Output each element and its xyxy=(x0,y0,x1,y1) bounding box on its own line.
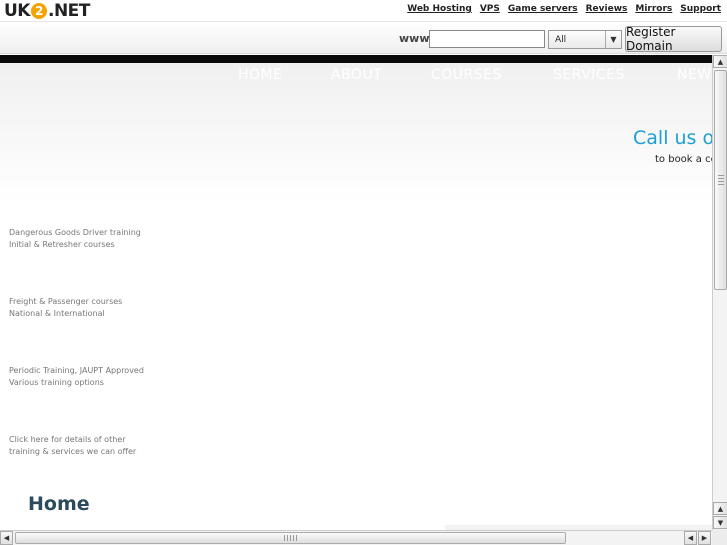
feature-line: Click here for details of other xyxy=(9,435,126,444)
feature-dangerous-goods[interactable]: Dangerous Goods Driver training Initial … xyxy=(9,227,141,251)
main-nav: HOME ABOUT COURSES SERVICES NEWS xyxy=(0,67,712,87)
dark-divider-strip xyxy=(0,55,712,63)
domain-search-bar: www. All ▼ Register Domain xyxy=(0,22,727,54)
domain-input[interactable] xyxy=(429,30,545,48)
scroll-down-icon[interactable]: ▼ xyxy=(713,516,727,529)
call-us-headline: Call us on xyxy=(633,127,712,149)
scroll-left-icon[interactable]: ◀ xyxy=(0,531,13,545)
page-title: Home xyxy=(28,493,90,515)
feature-freight-passenger[interactable]: Freight & Passenger courses National & I… xyxy=(9,296,122,320)
feature-line: Dangerous Goods Driver training xyxy=(9,228,141,237)
scroll-up-icon[interactable]: ▲ xyxy=(713,55,727,68)
scrollbar-corner xyxy=(712,530,727,545)
feature-line: National & International xyxy=(9,309,105,318)
feature-line: Freight & Passenger courses xyxy=(9,297,123,306)
link-vps[interactable]: VPS xyxy=(480,4,500,14)
feature-other-services[interactable]: Click here for details of other training… xyxy=(9,434,136,458)
nav-item-about[interactable]: ABOUT xyxy=(331,67,382,83)
nav-item-courses[interactable]: COURSES xyxy=(431,67,502,83)
horizontal-scrollbar[interactable]: ◀ ◀ ▶ xyxy=(0,530,712,545)
logo-badge: 2 xyxy=(30,3,47,19)
scroll-up-icon[interactable]: ▲ xyxy=(713,502,727,515)
horizontal-scroll-thumb[interactable] xyxy=(15,532,566,544)
scroll-right-icon[interactable]: ▶ xyxy=(698,531,711,545)
feature-line: training & services we can offer xyxy=(9,447,137,456)
call-us-subline: to book a course xyxy=(655,154,712,165)
link-game-servers[interactable]: Game servers xyxy=(508,4,578,14)
tld-selected-value: All xyxy=(555,35,567,45)
vertical-scroll-thumb[interactable] xyxy=(714,70,727,290)
link-web-hosting[interactable]: Web Hosting xyxy=(407,4,472,14)
logo-text-uk: UK xyxy=(4,1,30,21)
link-reviews[interactable]: Reviews xyxy=(586,4,628,14)
browser-viewport: UK 2 .NET Web Hosting VPS Game servers Rev… xyxy=(0,0,727,545)
uk2-logo[interactable]: UK 2 .NET xyxy=(4,1,90,21)
link-support[interactable]: Support xyxy=(680,4,721,14)
grip-icon xyxy=(718,175,724,187)
feature-line: Initial & Retresher courses xyxy=(9,240,115,249)
register-domain-button[interactable]: Register Domain xyxy=(625,25,722,53)
top-links: Web Hosting VPS Game servers Reviews Mir… xyxy=(407,4,721,14)
logo-text-net: .NET xyxy=(47,1,90,21)
feature-line: Various training options xyxy=(9,378,104,387)
nav-item-home[interactable]: HOME xyxy=(238,67,282,83)
page-content: HOME ABOUT COURSES SERVICES NEWS Call us… xyxy=(0,63,712,530)
tld-select[interactable]: All ▼ xyxy=(548,30,622,49)
nav-item-services[interactable]: SERVICES xyxy=(553,67,625,83)
link-mirrors[interactable]: Mirrors xyxy=(635,4,672,14)
top-bar: UK 2 .NET Web Hosting VPS Game servers Rev… xyxy=(0,0,727,22)
feature-periodic-training[interactable]: Periodic Training, JAUPT Approved Variou… xyxy=(9,365,144,389)
nav-item-news[interactable]: NEWS xyxy=(677,67,712,83)
vertical-scrollbar[interactable]: ▲ ▲ ▼ xyxy=(712,55,727,530)
www-label: www. xyxy=(399,32,433,45)
grip-icon xyxy=(284,535,298,541)
scroll-left-icon[interactable]: ◀ xyxy=(684,531,697,545)
chevron-down-icon: ▼ xyxy=(605,31,621,48)
feature-line: Periodic Training, JAUPT Approved xyxy=(9,366,144,375)
